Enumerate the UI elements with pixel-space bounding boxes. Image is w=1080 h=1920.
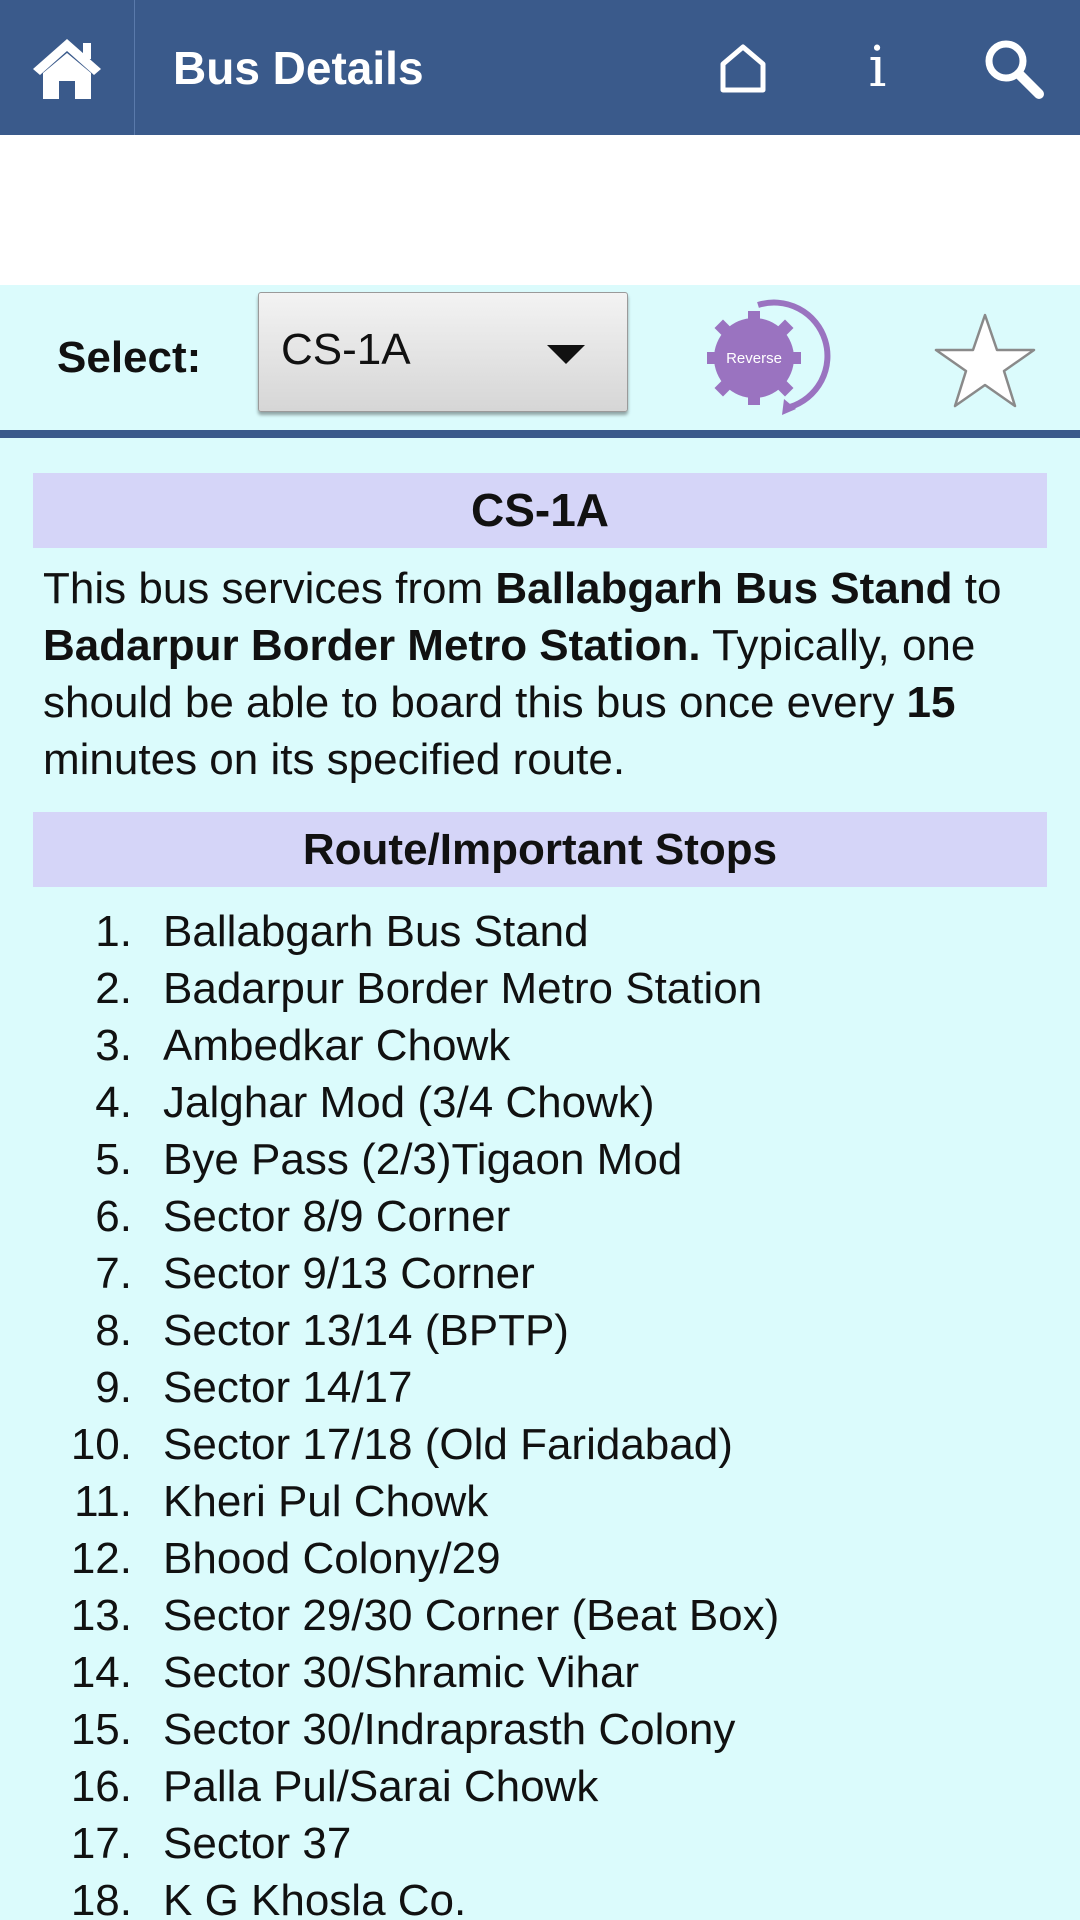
stop-name: Ballabgarh Bus Stand xyxy=(163,907,589,956)
list-item: 13. Sector 29/30 Corner (Beat Box) xyxy=(0,1587,1080,1644)
list-item: 18. K G Khosla Co. xyxy=(0,1872,1080,1920)
list-item: 3. Ambedkar Chowk xyxy=(0,1017,1080,1074)
stop-number: 2. xyxy=(95,964,132,1013)
route-select-bar: Select: CS-1A Reverse xyxy=(0,285,1080,430)
stop-name: K G Khosla Co. xyxy=(163,1876,467,1920)
stop-number: 7. xyxy=(95,1249,132,1298)
route-description: This bus services from Ballabgarh Bus St… xyxy=(43,560,1053,788)
stops-list: 1. Ballabgarh Bus Stand 2. Badarpur Border … xyxy=(0,903,1080,1920)
stop-number: 4. xyxy=(95,1078,132,1127)
stop-number: 15. xyxy=(70,1705,132,1754)
top-app-bar: Bus Details i xyxy=(0,0,1080,135)
stop-name: Bye Pass (2/3)Tigaon Mod xyxy=(163,1135,683,1184)
stop-number: 18. xyxy=(70,1876,132,1920)
reverse-button[interactable]: Reverse xyxy=(698,295,838,417)
stop-number: 12. xyxy=(70,1534,132,1583)
stop-number: 6. xyxy=(95,1192,132,1241)
stop-number: 8. xyxy=(95,1306,132,1355)
stop-number: 1. xyxy=(95,907,132,956)
list-item: 17. Sector 37 xyxy=(0,1815,1080,1872)
list-item: 9. Sector 14/17 xyxy=(0,1359,1080,1416)
route-dropdown-value: CS-1A xyxy=(281,325,411,374)
stop-name: Sector 13/14 (BPTP) xyxy=(163,1306,569,1355)
page-title: Bus Details xyxy=(173,41,424,94)
stop-name: Sector 17/18 (Old Faridabad) xyxy=(163,1420,733,1469)
route-details: CS-1A This bus services from Ballabgarh … xyxy=(0,438,1080,1920)
stop-number: 13. xyxy=(70,1591,132,1640)
list-item: 6. Sector 8/9 Corner xyxy=(0,1188,1080,1245)
stop-name: Sector 9/13 Corner xyxy=(163,1249,535,1298)
stop-number: 17. xyxy=(70,1819,132,1868)
list-item: 11. Kheri Pul Chowk xyxy=(0,1473,1080,1530)
route-title: CS-1A xyxy=(33,473,1047,548)
stop-name: Badarpur Border Metro Station xyxy=(163,964,763,1013)
search-button[interactable] xyxy=(945,0,1080,135)
info-icon: i xyxy=(868,35,887,100)
list-item: 15. Sector 30/Indraprasth Colony xyxy=(0,1701,1080,1758)
desc-text-2: to xyxy=(952,564,1002,613)
list-item: 12. Bhood Colony/29 xyxy=(0,1530,1080,1587)
desc-text-4: minutes on its specified route. xyxy=(43,735,626,784)
favorite-button[interactable] xyxy=(930,310,1040,410)
stop-name: Sector 14/17 xyxy=(163,1363,413,1412)
route-dropdown[interactable]: CS-1A xyxy=(258,292,628,412)
list-item: 2. Badarpur Border Metro Station xyxy=(0,960,1080,1017)
stop-name: Palla Pul/Sarai Chowk xyxy=(163,1762,599,1811)
home-button[interactable] xyxy=(0,0,135,135)
stop-number: 9. xyxy=(95,1363,132,1412)
list-item: 7. Sector 9/13 Corner xyxy=(0,1245,1080,1302)
stop-number: 10. xyxy=(70,1420,132,1469)
stop-name: Kheri Pul Chowk xyxy=(163,1477,489,1526)
stop-name: Sector 30/Shramic Vihar xyxy=(163,1648,640,1697)
stop-number: 3. xyxy=(95,1021,132,1070)
bus-stand-button[interactable] xyxy=(675,0,810,135)
desc-text-1: This bus services from xyxy=(43,564,496,613)
home-icon xyxy=(33,38,101,99)
list-item: 16. Palla Pul/Sarai Chowk xyxy=(0,1758,1080,1815)
info-button[interactable]: i xyxy=(810,0,945,135)
caret-down-icon xyxy=(547,345,585,364)
list-item: 10. Sector 17/18 (Old Faridabad) xyxy=(0,1416,1080,1473)
destination-stop: Badarpur Border Metro Station. xyxy=(43,621,701,670)
stop-name: Jalghar Mod (3/4 Chowk) xyxy=(163,1078,655,1127)
reverse-label: Reverse xyxy=(726,350,782,367)
stop-name: Sector 30/Indraprasth Colony xyxy=(163,1705,736,1754)
stops-header: Route/Important Stops xyxy=(33,812,1047,887)
list-item: 8. Sector 13/14 (BPTP) xyxy=(0,1302,1080,1359)
stop-number: 5. xyxy=(95,1135,132,1184)
banner-area xyxy=(0,135,1080,285)
list-item: 14. Sector 30/Shramic Vihar xyxy=(0,1644,1080,1701)
origin-stop: Ballabgarh Bus Stand xyxy=(495,564,953,613)
stop-name: Sector 37 xyxy=(163,1819,352,1868)
stop-number: 14. xyxy=(70,1648,132,1697)
stop-name: Sector 29/30 Corner (Beat Box) xyxy=(163,1591,780,1640)
stop-name: Bhood Colony/29 xyxy=(163,1534,501,1583)
reverse-gear-icon: Reverse xyxy=(707,299,831,415)
star-icon xyxy=(934,313,1036,408)
house-outline-icon xyxy=(720,44,765,92)
list-item: 1. Ballabgarh Bus Stand xyxy=(0,903,1080,960)
section-divider xyxy=(0,430,1080,438)
stop-number: 11. xyxy=(74,1477,132,1526)
frequency-minutes: 15 xyxy=(906,678,956,727)
list-item: 4. Jalghar Mod (3/4 Chowk) xyxy=(0,1074,1080,1131)
select-label: Select: xyxy=(57,333,202,382)
list-item: 5. Bye Pass (2/3)Tigaon Mod xyxy=(0,1131,1080,1188)
stop-name: Sector 8/9 Corner xyxy=(163,1192,511,1241)
stop-number: 16. xyxy=(70,1762,132,1811)
search-icon xyxy=(985,40,1044,99)
stop-name: Ambedkar Chowk xyxy=(163,1021,511,1070)
